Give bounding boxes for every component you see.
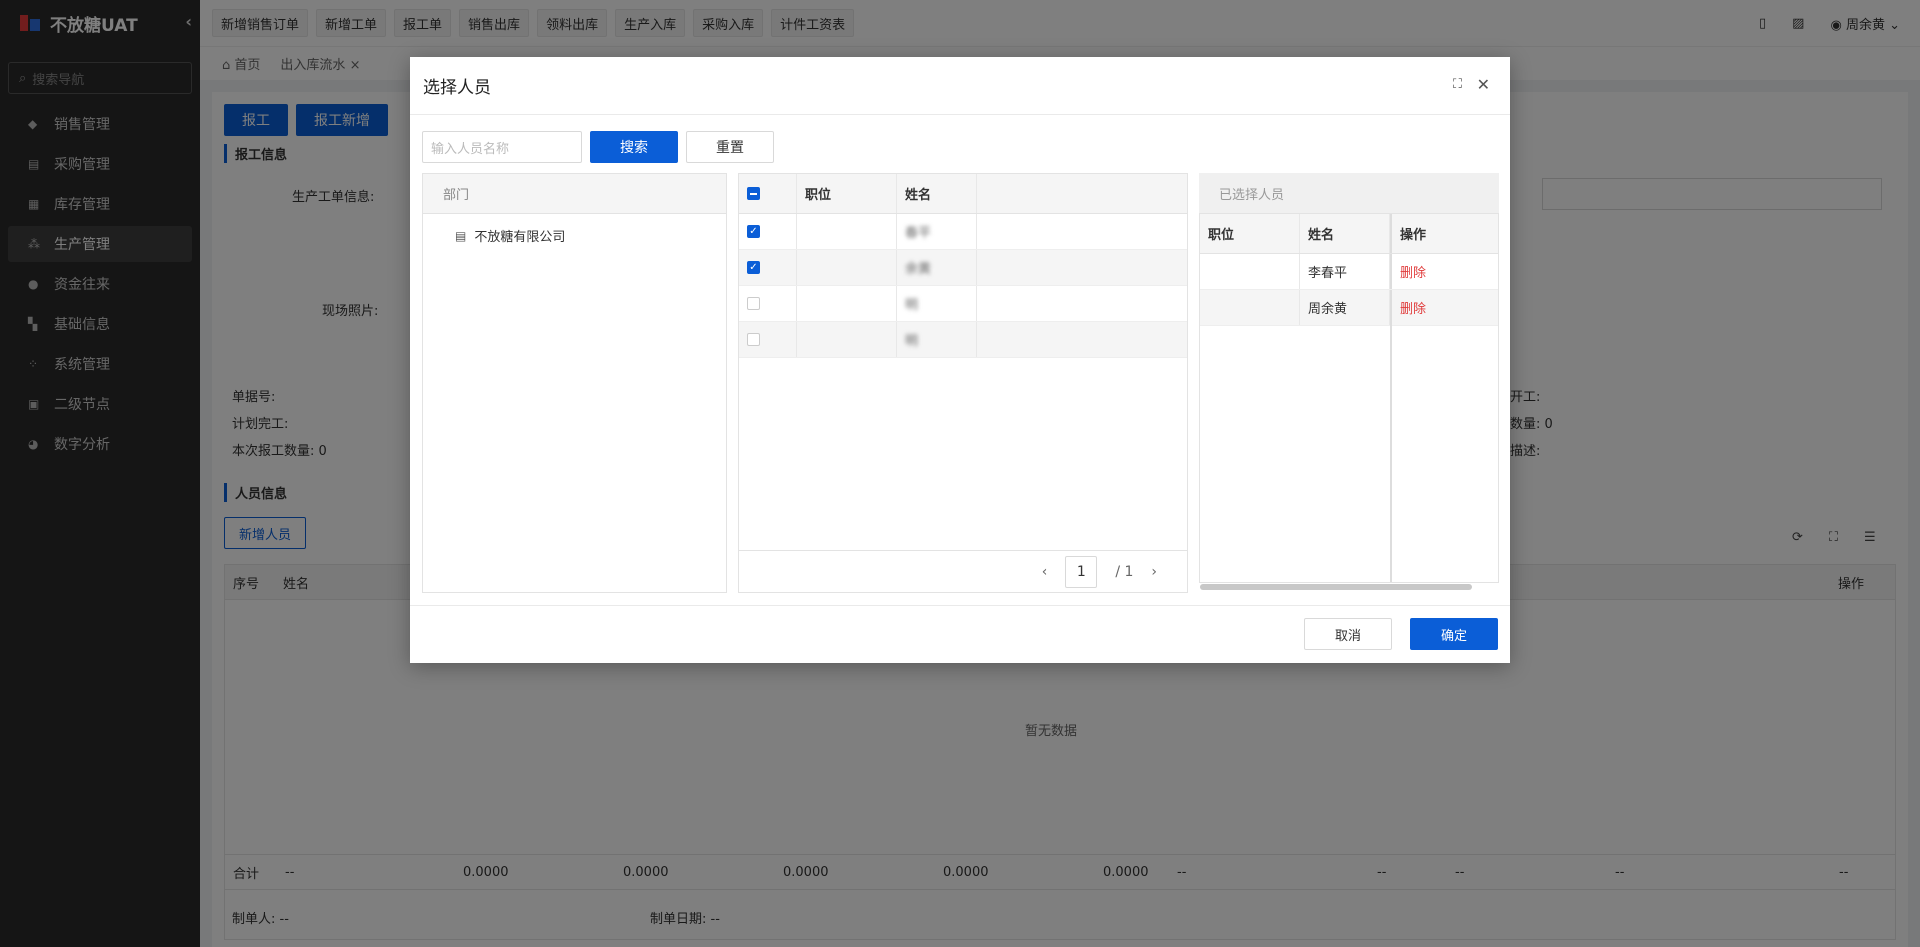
- selected-row: 李春平 删除: [1200, 254, 1498, 290]
- grid-cell-position: [797, 250, 897, 285]
- selected-header-row: 职位 姓名 操作: [1200, 214, 1498, 254]
- grid-row[interactable]: ✓ 春平: [739, 214, 1187, 250]
- selected-header: 已选择人员: [1199, 173, 1499, 213]
- grid-cell-name: 春平: [905, 226, 932, 241]
- selected-row: 周余黄 删除: [1200, 290, 1498, 326]
- grid-row[interactable]: 明: [739, 322, 1187, 358]
- delete-link[interactable]: 删除: [1400, 262, 1426, 281]
- horizontal-scrollbar[interactable]: [1200, 584, 1472, 590]
- person-search-placeholder: 输入人员名称: [431, 141, 510, 157]
- grid-cell-position: [797, 214, 897, 249]
- grid-cell-name: 明: [905, 298, 919, 313]
- prev-page-icon[interactable]: ‹: [1042, 564, 1048, 580]
- search-row: 输入人员名称 搜索 重置: [422, 131, 774, 163]
- next-page-icon[interactable]: ›: [1151, 564, 1157, 580]
- grid-col-name: 姓名: [897, 174, 977, 213]
- modal-header: 选择人员 ⛶ ✕: [410, 57, 1510, 115]
- confirm-button[interactable]: 确定: [1410, 618, 1498, 650]
- grid-col-position: 职位: [797, 174, 897, 213]
- select-all-checkbox[interactable]: [747, 187, 760, 200]
- person-grid: 职位 姓名 ✓ 春平 ✓ 余黄 明 明 ‹ 1 / 1 ›: [738, 173, 1188, 593]
- grid-header-row: 职位 姓名: [739, 174, 1187, 214]
- grid-cell-position: [797, 322, 897, 357]
- document-icon: ▤: [455, 228, 467, 243]
- grid-cell-name: 明: [905, 334, 919, 349]
- dept-tree-node[interactable]: ▤ 不放糖有限公司: [423, 226, 726, 246]
- maximize-icon[interactable]: ⛶: [1453, 77, 1462, 92]
- grid-row[interactable]: ✓ 余黄: [739, 250, 1187, 286]
- page-total: / 1: [1115, 563, 1134, 580]
- page-input[interactable]: 1: [1065, 555, 1098, 588]
- sel-col-op: 操作: [1390, 214, 1500, 253]
- sel-cell-name: 李春平: [1300, 254, 1390, 289]
- modal-footer: 取消 确定: [410, 605, 1510, 663]
- sel-cell-position: [1200, 290, 1300, 325]
- selected-panel: 已选择人员 职位 姓名 操作 李春平 删除 周余黄 删除: [1199, 173, 1499, 593]
- dept-node-label: 不放糖有限公司: [474, 230, 566, 245]
- sel-cell-name: 周余黄: [1300, 290, 1390, 325]
- grid-cell-name: 余黄: [905, 262, 932, 277]
- delete-link[interactable]: 删除: [1400, 298, 1426, 317]
- sel-col-position: 职位: [1200, 214, 1300, 253]
- sel-col-name: 姓名: [1300, 214, 1390, 253]
- row-checkbox[interactable]: [747, 297, 760, 310]
- cancel-button[interactable]: 取消: [1304, 618, 1392, 650]
- select-person-modal: 选择人员 ⛶ ✕ 输入人员名称 搜索 重置 部门 ▤ 不放糖有限公司 职位 姓名…: [410, 57, 1510, 663]
- row-checkbox[interactable]: ✓: [747, 225, 760, 238]
- dept-panel: 部门 ▤ 不放糖有限公司: [422, 173, 727, 593]
- row-checkbox[interactable]: ✓: [747, 261, 760, 274]
- pagination: ‹ 1 / 1 ›: [739, 550, 1187, 592]
- person-search-input[interactable]: 输入人员名称: [422, 131, 582, 163]
- grid-row[interactable]: 明: [739, 286, 1187, 322]
- row-checkbox[interactable]: [747, 333, 760, 346]
- modal-title: 选择人员: [423, 78, 491, 98]
- reset-button[interactable]: 重置: [686, 131, 774, 163]
- grid-cell-position: [797, 286, 897, 321]
- search-button[interactable]: 搜索: [590, 131, 678, 163]
- close-icon[interactable]: ✕: [1477, 75, 1490, 94]
- sel-cell-position: [1200, 254, 1300, 289]
- fixed-column-divider: [1390, 324, 1392, 582]
- selected-table: 职位 姓名 操作 李春平 删除 周余黄 删除: [1199, 213, 1499, 590]
- dept-header: 部门: [423, 174, 726, 214]
